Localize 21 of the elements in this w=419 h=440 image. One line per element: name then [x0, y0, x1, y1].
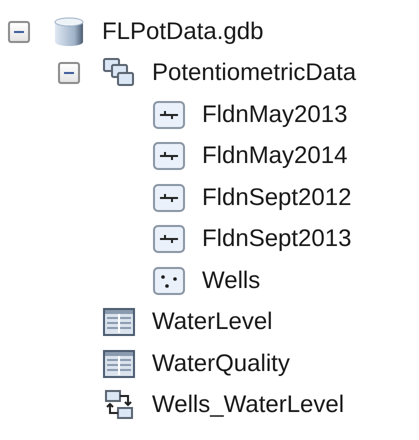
line-feature-class-icon [152, 182, 186, 214]
table-icon [102, 306, 136, 338]
line-feature-class-icon [152, 140, 186, 172]
line-feature-class-icon [152, 98, 186, 131]
tree-item[interactable]: Wells_WaterLevel [152, 393, 344, 418]
collapse-toggle[interactable] [58, 62, 80, 84]
tree-item[interactable]: FldnSept2012 [202, 186, 352, 210]
tree-item[interactable]: WaterQuality [152, 352, 290, 376]
tree-item[interactable]: Wells [202, 268, 260, 293]
tree-item[interactable]: FldnMay2014 [202, 144, 348, 168]
tree-item[interactable]: FldnSept2013 [202, 227, 352, 252]
line-feature-class-icon [152, 223, 186, 256]
table-icon [102, 348, 136, 380]
point-feature-class-icon [152, 264, 186, 297]
tree-item[interactable]: FldnMay2013 [202, 102, 348, 127]
relationship-class-icon [102, 389, 136, 422]
database-icon [52, 16, 86, 48]
tree-item[interactable]: FLPotData.gdb [102, 20, 264, 44]
tree-item[interactable]: WaterLevel [152, 310, 272, 334]
collapse-toggle[interactable] [8, 20, 30, 43]
tree-item[interactable]: PotentiometricData [152, 61, 356, 86]
